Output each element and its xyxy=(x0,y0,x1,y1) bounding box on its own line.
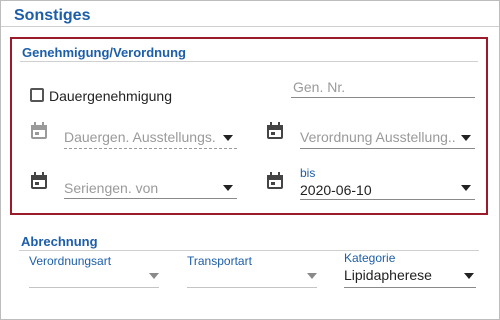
genehmigung-divider xyxy=(20,61,478,62)
dauergen-ausstellung-dropdown-icon[interactable] xyxy=(223,135,233,141)
verordnung-ausstellung-dropdown-icon[interactable] xyxy=(461,135,471,141)
transportart-underline xyxy=(187,287,317,288)
seriengen-von-field[interactable]: Seriengen. von xyxy=(64,180,214,196)
verordnungsart-dropdown-icon[interactable] xyxy=(149,273,159,279)
verordnung-ausstellung-underline xyxy=(300,148,475,149)
dauergenehmigung-label: Dauergenehmigung xyxy=(49,88,172,104)
verordnungsart-label: Verordnungsart xyxy=(29,254,112,268)
kategorie-field[interactable]: Lipidapherese xyxy=(344,267,454,283)
genehmigung-title: Genehmigung/Verordnung xyxy=(22,45,186,60)
dauergenehmigung-checkbox[interactable] xyxy=(30,88,44,102)
verordnungsart-underline xyxy=(29,287,159,288)
gen-nr-field[interactable]: Gen. Nr. xyxy=(293,79,463,95)
panel-title: Sonstiges xyxy=(14,7,91,24)
bis-dropdown-icon[interactable] xyxy=(461,185,471,191)
calendar-icon[interactable] xyxy=(267,122,283,139)
kategorie-label: Kategorie xyxy=(344,251,396,265)
abrechnung-title: Abrechnung xyxy=(21,234,98,249)
bis-field[interactable]: 2020-06-10 xyxy=(300,182,450,198)
title-divider xyxy=(1,26,499,27)
dauergen-ausstellung-underline xyxy=(64,148,237,149)
bis-label: bis xyxy=(300,166,316,180)
calendar-icon[interactable] xyxy=(31,122,47,139)
dauergen-ausstellung-field[interactable]: Dauergen. Ausstellungs... xyxy=(64,129,216,145)
bis-underline xyxy=(300,199,475,200)
kategorie-dropdown-icon[interactable] xyxy=(464,273,474,279)
sonstiges-panel: Sonstiges Genehmigung/Verordnung Dauerge… xyxy=(0,0,500,320)
transportart-dropdown-icon[interactable] xyxy=(307,273,317,279)
gen-nr-underline xyxy=(291,97,475,98)
verordnung-ausstellung-field[interactable]: Verordnung Ausstellung... xyxy=(300,129,456,145)
calendar-icon[interactable] xyxy=(267,172,283,189)
seriengen-von-dropdown-icon[interactable] xyxy=(223,185,233,191)
abrechnung-divider xyxy=(19,250,479,251)
kategorie-underline xyxy=(344,287,476,288)
transportart-label: Transportart xyxy=(187,254,252,268)
seriengen-von-underline xyxy=(64,198,237,199)
calendar-icon[interactable] xyxy=(31,172,47,189)
